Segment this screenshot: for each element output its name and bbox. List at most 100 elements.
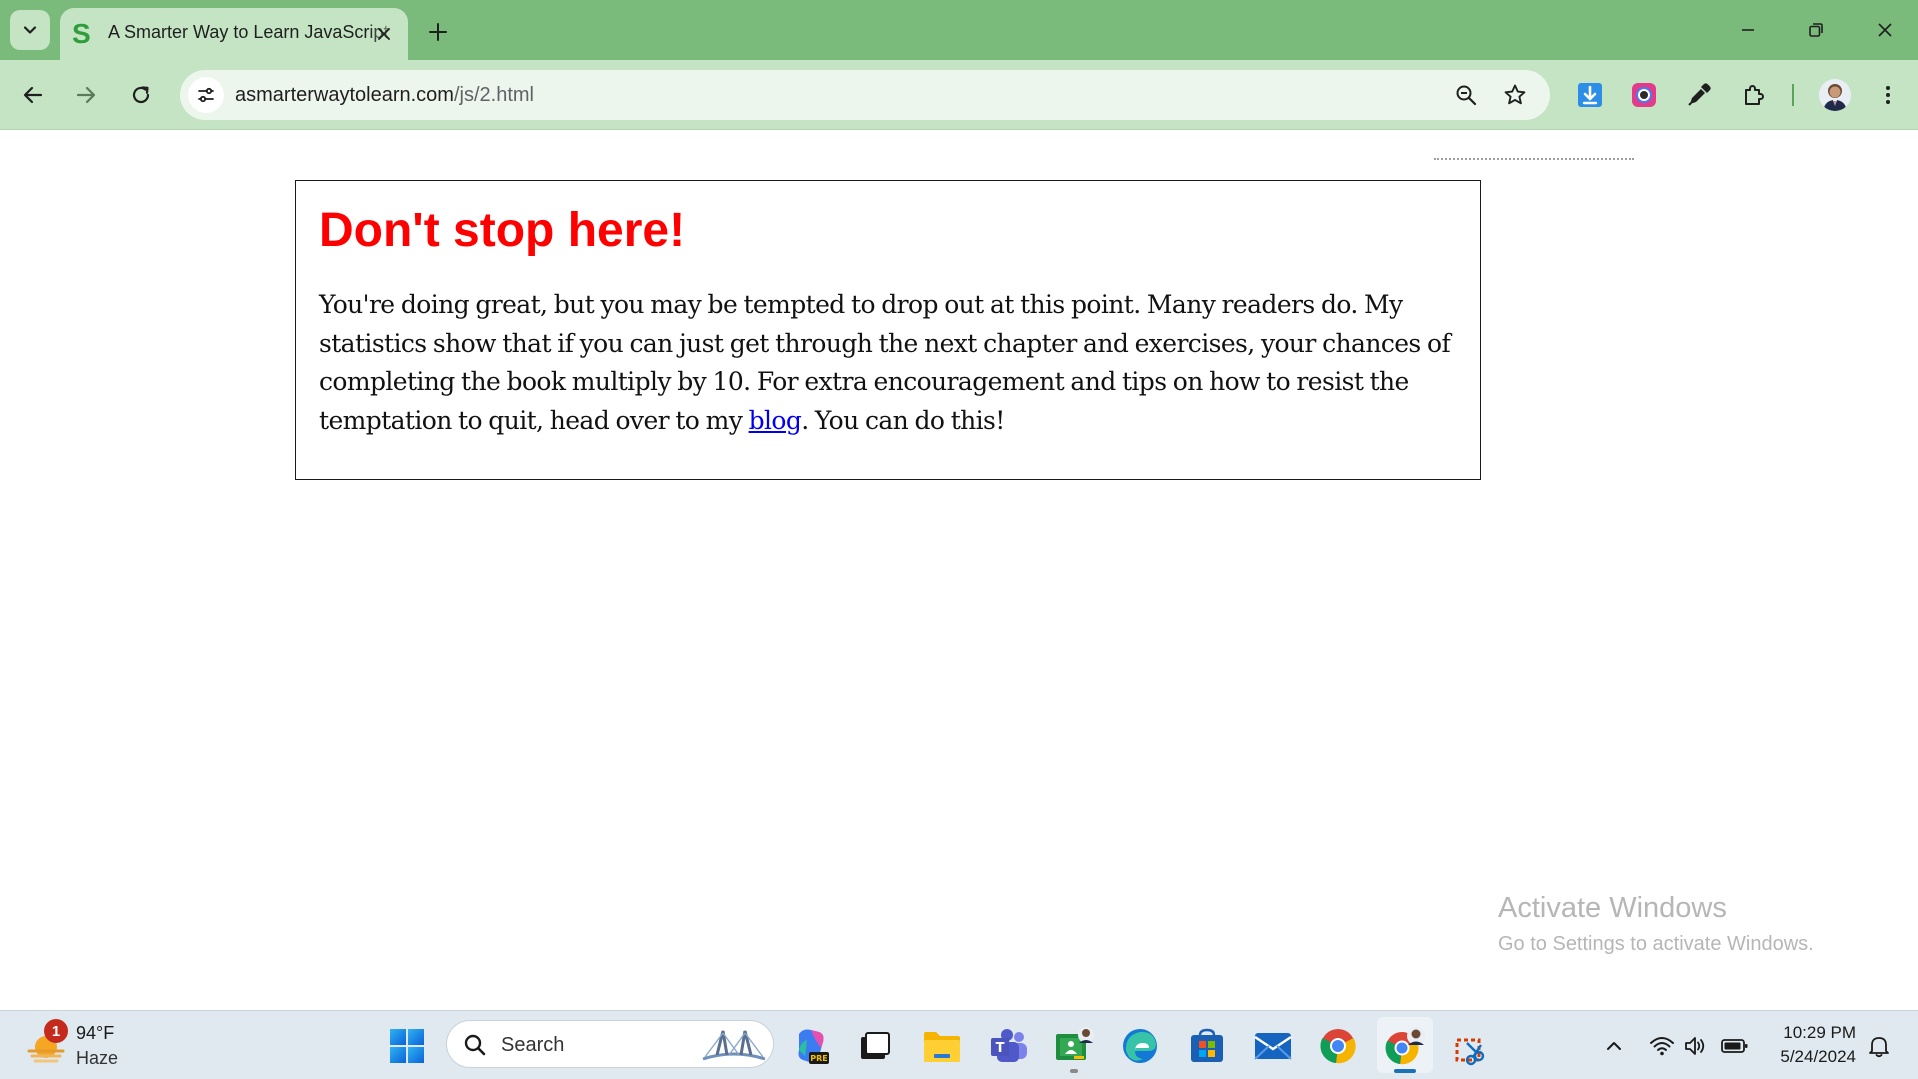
network-button[interactable] [1645, 1029, 1679, 1063]
tab-search-button[interactable] [10, 10, 50, 50]
chrome-menu-button[interactable] [1866, 73, 1910, 117]
browser-toolbar: asmarterwaytolearn.com/js/2.html [0, 60, 1918, 130]
clock-date: 5/24/2024 [1780, 1047, 1856, 1066]
callout-text-after-link: . You can do this! [801, 405, 1005, 435]
new-tab-button[interactable] [420, 14, 456, 50]
callout-heading: Don't stop here! [319, 204, 686, 257]
show-hidden-icons-button[interactable] [1597, 1029, 1631, 1063]
running-indicator [1070, 1069, 1078, 1073]
back-button[interactable] [11, 73, 55, 117]
site-info-button[interactable] [188, 77, 224, 113]
profile-avatar-icon [1819, 79, 1851, 111]
plus-icon [429, 23, 447, 41]
battery-icon [1721, 1039, 1748, 1053]
arrow-right-icon [76, 86, 96, 104]
download-extension-button[interactable] [1568, 73, 1612, 117]
edge-icon [1123, 1029, 1157, 1063]
microsoft-store-button[interactable] [1184, 1023, 1230, 1069]
color-wheel-icon [1632, 83, 1656, 107]
watermark-title: Activate Windows [1498, 892, 1727, 924]
file-explorer-button[interactable] [919, 1023, 965, 1069]
dotted-divider [1434, 158, 1634, 160]
copilot-button[interactable]: PRE [788, 1023, 834, 1069]
windows-taskbar: 1 94°F Haze Search PRE T 10:29 PM 5/24/2… [0, 1010, 1918, 1079]
zoom-button[interactable] [1448, 77, 1484, 113]
weather-notification-badge: 1 [44, 1019, 68, 1043]
active-app-indicator [1394, 1069, 1416, 1073]
notification-bell-icon [1869, 1037, 1889, 1058]
arrow-left-icon [23, 86, 43, 104]
teams-button[interactable]: T [986, 1023, 1032, 1069]
extensions-button[interactable] [1732, 73, 1776, 117]
blog-link[interactable]: blog [749, 406, 802, 435]
battery-button[interactable] [1718, 1029, 1752, 1063]
color-picker-extension-button[interactable] [1622, 73, 1666, 117]
start-button[interactable] [384, 1023, 430, 1069]
address-bar[interactable]: asmarterwaytolearn.com/js/2.html [180, 70, 1550, 120]
chrome-profile-button[interactable] [1382, 1023, 1428, 1069]
eyedropper-icon [1688, 83, 1711, 106]
close-icon [378, 28, 390, 40]
file-explorer-icon [924, 1032, 960, 1062]
bookmark-button[interactable] [1497, 77, 1533, 113]
url-text[interactable]: asmarterwaytolearn.com/js/2.html [235, 84, 534, 107]
toolbar-separator [1792, 84, 1794, 106]
url-path: /js/2.html [453, 84, 534, 106]
snipping-tool-button[interactable] [1448, 1023, 1494, 1069]
browser-tab-strip: S A Smarter Way to Learn JavaScript [0, 0, 1918, 60]
chevron-down-icon [23, 26, 37, 34]
watermark-subtitle: Go to Settings to activate Windows. [1498, 933, 1814, 955]
edge-button[interactable] [1117, 1023, 1163, 1069]
eyedropper-extension-button[interactable] [1677, 73, 1721, 117]
search-highlight-bridge-icon [702, 1030, 766, 1061]
activate-windows-watermark: Activate Windows Go to Settings to activ… [1498, 892, 1814, 956]
tab-close-button[interactable] [370, 20, 398, 48]
svg-text:PRE: PRE [810, 1054, 828, 1063]
store-icon [1191, 1028, 1223, 1062]
volume-button[interactable] [1679, 1029, 1713, 1063]
profile-avatar[interactable] [1819, 79, 1851, 111]
star-icon [1504, 84, 1526, 105]
reload-button[interactable] [119, 73, 163, 117]
restore-icon [1809, 23, 1823, 37]
chevron-up-icon [1607, 1042, 1621, 1050]
classroom-icon [1056, 1027, 1094, 1060]
tune-icon [198, 87, 214, 103]
zoom-out-icon [1456, 85, 1477, 106]
taskbar-search-label: Search [501, 1034, 565, 1056]
close-window-button[interactable] [1861, 10, 1909, 50]
site-favicon-icon: S [72, 18, 91, 49]
restore-button[interactable] [1792, 10, 1840, 50]
minimize-button[interactable] [1724, 10, 1772, 50]
volume-icon [1685, 1037, 1705, 1055]
chrome-icon [1320, 1029, 1356, 1064]
more-vertical-icon [1886, 86, 1890, 104]
minimize-icon [1742, 29, 1754, 31]
puzzle-icon [1745, 85, 1764, 105]
teams-icon: T [991, 1029, 1027, 1062]
copilot-icon: PRE [798, 1029, 829, 1064]
task-view-icon [861, 1032, 890, 1059]
url-domain: asmarterwaytolearn.com [235, 84, 454, 106]
chrome-profile-icon [1385, 1027, 1425, 1065]
svg-text:T: T [996, 1041, 1005, 1056]
clock-time: 10:29 PM [1783, 1023, 1856, 1042]
mail-button[interactable] [1250, 1023, 1296, 1069]
taskbar-search-box[interactable]: Search [446, 1020, 774, 1068]
search-icon [464, 1034, 486, 1056]
forward-button[interactable] [64, 73, 108, 117]
task-view-button[interactable] [852, 1023, 898, 1069]
weather-condition: Haze [76, 1048, 119, 1068]
download-icon [1578, 83, 1602, 107]
callout-body: You're doing great, but you may be tempt… [319, 286, 1469, 440]
close-icon [1878, 23, 1892, 37]
classroom-button[interactable] [1052, 1023, 1098, 1069]
motivation-callout: Don't stop here! You're doing great, but… [295, 180, 1481, 480]
weather-temperature: 94°F [76, 1023, 115, 1043]
browser-tab[interactable]: S A Smarter Way to Learn JavaScript [60, 8, 408, 60]
system-clock[interactable]: 10:29 PM 5/24/2024 [1772, 1021, 1856, 1069]
notifications-button[interactable] [1862, 1029, 1896, 1063]
mail-icon [1254, 1033, 1292, 1060]
chrome-button[interactable] [1315, 1023, 1361, 1069]
snipping-tool-icon [1455, 1038, 1485, 1066]
